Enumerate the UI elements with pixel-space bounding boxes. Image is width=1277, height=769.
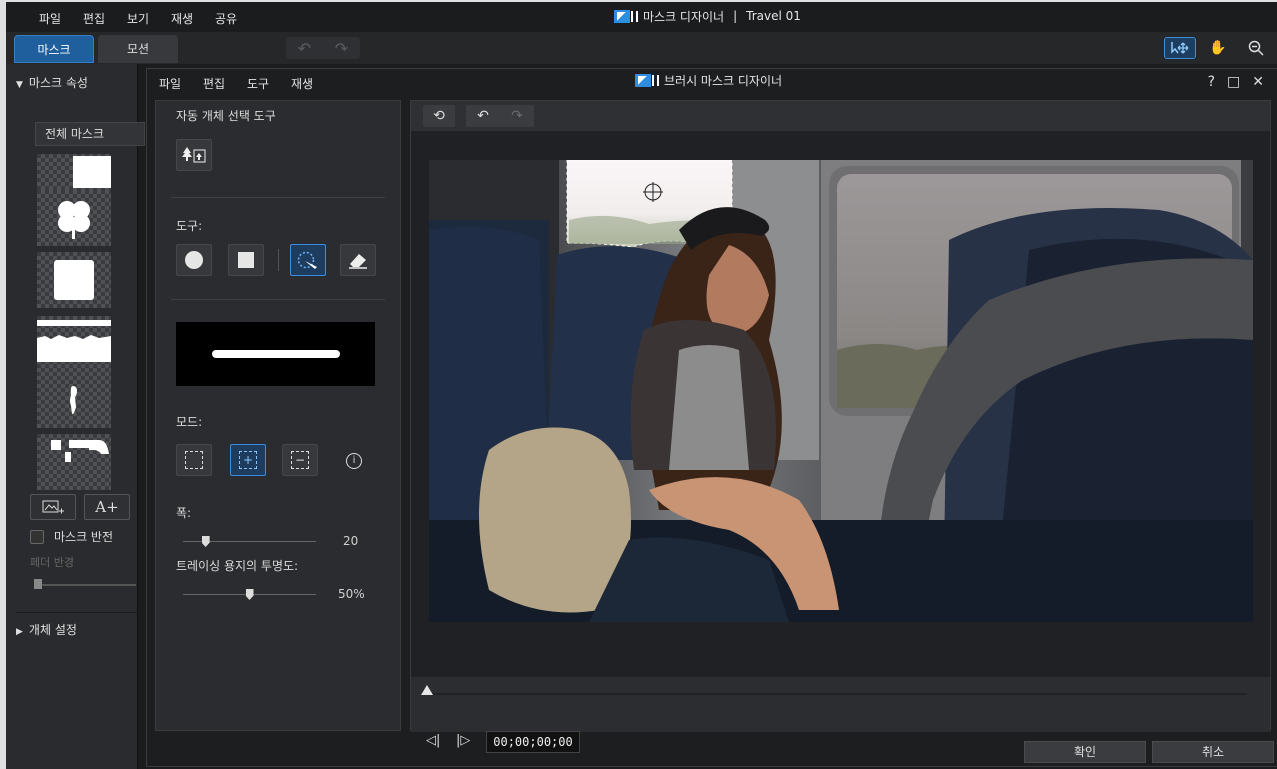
auto-select-icon[interactable]: [176, 139, 212, 171]
brush-mask-dialog: 파일 편집 도구 재생 브러시 마스크 디자이너 ? □ ✕ 자동 개체 선택 …: [146, 68, 1277, 767]
dialog-window-controls: ? □ ✕: [1208, 74, 1264, 90]
dlg-menu-file[interactable]: 파일: [159, 75, 181, 92]
invert-mask-label: 마스크 반전: [54, 530, 114, 544]
undo-icon[interactable]: ↶: [477, 108, 489, 124]
mask-template-square[interactable]: [37, 252, 111, 308]
project-name: Travel 01: [746, 9, 801, 23]
app-logo-icon: [614, 9, 638, 23]
title-separator: |: [733, 9, 738, 23]
preview-undo-redo: ↶ ↷: [466, 105, 534, 127]
width-slider-knob[interactable]: [201, 536, 210, 547]
mask-template-torn[interactable]: [37, 316, 111, 372]
view-tools: ✋: [1164, 37, 1272, 59]
circle-brush-icon[interactable]: [176, 244, 212, 276]
width-slider[interactable]: [183, 536, 316, 547]
dialog-title: 브러시 마스크 디자이너: [635, 71, 782, 89]
outer-redo-icon[interactable]: ↷: [335, 39, 348, 58]
menu-view[interactable]: 보기: [127, 10, 149, 27]
mask-properties-panel: ▼ 마스크 속성 전체 마스크 A+ 마스크 반전 페더 반경 ▶ 개체 설정: [6, 64, 145, 769]
menu-share[interactable]: 공유: [215, 10, 237, 27]
add-image-mask-button[interactable]: [30, 494, 76, 520]
feather-radius-slider[interactable]: [34, 579, 136, 589]
outer-tabbar: 마스크 모션 ↶ ↷ ✋: [6, 32, 1277, 64]
feather-radius-label: 페더 반경: [30, 556, 74, 569]
outer-undo-icon[interactable]: ↶: [298, 39, 311, 58]
timeline: [411, 677, 1270, 732]
mode-subtract-icon[interactable]: −: [282, 444, 318, 476]
mask-designer-window: 파일 편집 보기 재생 공유 마스크 디자이너 | Travel 01 마스크 …: [6, 2, 1277, 769]
opacity-value: 50%: [338, 587, 365, 601]
preview-panel: ⟲ ↶ ↷: [410, 100, 1271, 732]
brush-tools-panel: 자동 개체 선택 도구 도구: 모드: + − i 폭: 20 트레이싱 용지의…: [155, 100, 401, 731]
brush-size-preview: [176, 322, 375, 386]
playhead-icon[interactable]: [421, 685, 433, 695]
video-frame[interactable]: [429, 160, 1253, 622]
mode-label: 모드:: [176, 415, 203, 429]
divider: [171, 197, 385, 198]
canvas-area[interactable]: [411, 131, 1270, 677]
width-value: 20: [343, 534, 359, 548]
dlg-menu-tools[interactable]: 도구: [247, 75, 269, 92]
mask-props-header[interactable]: ▼ 마스크 속성: [16, 74, 88, 91]
add-mask-buttons: A+: [30, 494, 130, 520]
zoom-out-icon[interactable]: [1240, 37, 1272, 59]
dialog-menubar: 파일 편집 도구 재생 브러시 마스크 디자이너 ? □ ✕: [147, 69, 1277, 97]
mask-template-figure[interactable]: [37, 372, 111, 428]
dlg-menu-play[interactable]: 재생: [291, 75, 313, 92]
tab-mask[interactable]: 마스크: [14, 35, 94, 63]
close-icon[interactable]: ✕: [1252, 74, 1264, 90]
width-label: 폭:: [176, 506, 192, 520]
full-mask-select[interactable]: 전체 마스크: [35, 122, 145, 146]
smart-brush-icon[interactable]: [290, 244, 326, 276]
mask-template-clover[interactable]: [37, 190, 111, 246]
opacity-slider[interactable]: [183, 589, 316, 600]
timeline-track[interactable]: [425, 693, 1247, 695]
maximize-icon[interactable]: □: [1227, 74, 1240, 90]
tab-motion[interactable]: 모션: [98, 35, 178, 63]
outer-undo-redo: ↶ ↷: [286, 37, 360, 59]
auto-select-label: 자동 개체 선택 도구: [176, 109, 276, 123]
tools-label: 도구:: [176, 219, 203, 233]
invert-mask-checkbox[interactable]: [30, 529, 44, 544]
add-text-mask-button[interactable]: A+: [84, 494, 130, 520]
dialog-logo-icon: [635, 73, 659, 87]
help-button[interactable]: ?: [1208, 74, 1215, 90]
mask-props-title: 마스크 속성: [28, 76, 88, 90]
opacity-slider-knob[interactable]: [245, 589, 254, 600]
reset-icon[interactable]: ⟲: [423, 105, 455, 127]
info-icon[interactable]: i: [346, 453, 362, 469]
mode-add-icon[interactable]: +: [230, 444, 266, 476]
redo-icon[interactable]: ↷: [511, 108, 523, 124]
menu-edit[interactable]: 편집: [83, 10, 105, 27]
expand-arrow-icon: ▶: [16, 627, 23, 637]
add-text-icon: A+: [95, 498, 119, 516]
ok-button[interactable]: 확인: [1024, 741, 1146, 763]
menu-file[interactable]: 파일: [39, 10, 61, 27]
app-title: 마스크 디자이너 | Travel 01: [614, 7, 801, 25]
object-settings-header[interactable]: ▶ 개체 설정: [16, 612, 138, 638]
collapse-arrow-icon: ▼: [16, 80, 23, 90]
brush-stroke-preview: [212, 350, 340, 358]
invert-mask-row: 마스크 반전: [30, 528, 113, 545]
opacity-label: 트레이싱 용지의 투명도:: [176, 559, 299, 573]
object-settings-title: 개체 설정: [28, 623, 77, 637]
square-brush-icon[interactable]: [228, 244, 264, 276]
dlg-menu-edit[interactable]: 편집: [203, 75, 225, 92]
menu-play[interactable]: 재생: [171, 10, 193, 27]
preview-toolbar: ⟲ ↶ ↷: [411, 101, 1270, 131]
app-menubar: 파일 편집 보기 재생 공유 마스크 디자이너 | Travel 01: [6, 2, 1277, 32]
eraser-icon[interactable]: [340, 244, 376, 276]
divider: [278, 249, 279, 271]
dialog-footer: 확인 취소: [147, 737, 1277, 768]
divider: [171, 299, 385, 300]
feather-slider-knob[interactable]: [34, 579, 42, 589]
mask-template-shape[interactable]: [37, 434, 111, 490]
app-title-text: 마스크 디자이너: [643, 9, 725, 24]
mode-replace-icon[interactable]: [176, 444, 212, 476]
select-move-icon[interactable]: [1164, 37, 1196, 59]
hand-icon[interactable]: ✋: [1202, 37, 1234, 59]
cancel-button[interactable]: 취소: [1152, 741, 1274, 763]
dialog-title-text: 브러시 마스크 디자이너: [664, 73, 783, 88]
